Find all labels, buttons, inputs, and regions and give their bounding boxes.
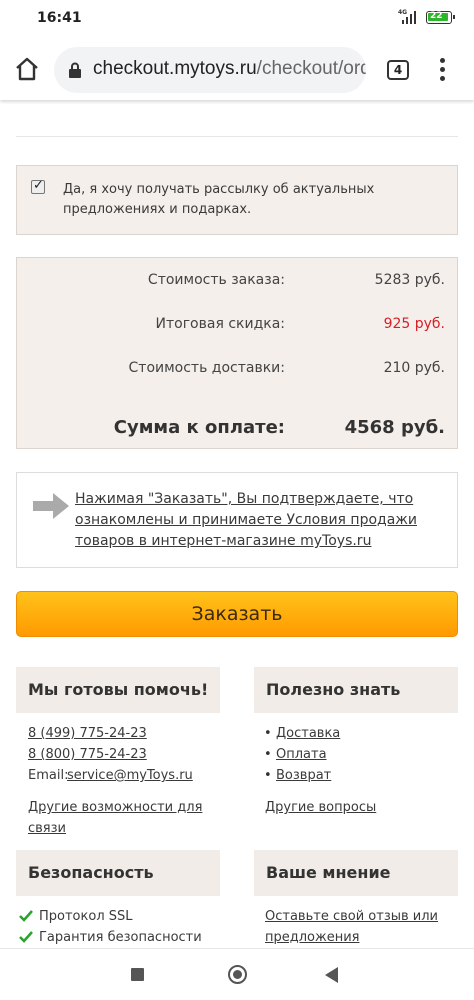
bullet: • [264, 726, 272, 741]
newsletter-text: Да, я хочу получать рассылку об актуальн… [63, 182, 375, 217]
home-nav-icon[interactable] [228, 965, 247, 984]
check-icon [19, 910, 33, 922]
return-link[interactable]: Возврат [276, 768, 331, 783]
divider [16, 136, 458, 137]
battery-icon: 22 [426, 11, 455, 24]
other-contacts-link-line2[interactable]: связи [28, 821, 66, 836]
home-icon[interactable] [14, 56, 40, 82]
status-bar: 16:41 4G 22 [0, 0, 474, 38]
help-title: Мы готовы помочь! [16, 667, 220, 713]
url-text: checkout.mytoys.ru/checkout/ord [93, 58, 366, 79]
delivery-link[interactable]: Доставка [276, 726, 340, 741]
battery-level: 22 [430, 11, 443, 21]
security-title: Безопасность [16, 850, 220, 896]
more-menu-icon[interactable] [432, 58, 452, 84]
terms-notice: Нажимая "Заказать", Вы подтверждаете, чт… [16, 472, 458, 568]
arrow-right-icon [33, 493, 69, 519]
terms-link[interactable]: Нажимая "Заказать", Вы подтверждаете, чт… [75, 489, 435, 552]
payment-link[interactable]: Оплата [276, 747, 327, 762]
opinion-title: Ваше мнение [254, 850, 458, 896]
check-icon [19, 931, 33, 943]
browser-toolbar: checkout.mytoys.ru/checkout/ord 4 [0, 38, 474, 100]
back-icon[interactable] [325, 967, 338, 983]
total-value: 4568 руб. [344, 417, 445, 438]
delivery-label: Стоимость доставки: [128, 360, 285, 376]
delivery-value: 210 руб. [383, 360, 445, 376]
order-summary: Стоимость заказа: 5283 руб. Итоговая ски… [16, 257, 458, 449]
feedback-link[interactable]: Оставьте свой отзыв или [265, 909, 438, 924]
recents-icon[interactable] [131, 968, 144, 981]
other-contacts-link[interactable]: Другие возможности для [28, 800, 202, 815]
system-nav-bar [0, 948, 474, 1000]
ssl-label: Протокол SSL [39, 909, 133, 924]
discount-value: 925 руб. [383, 316, 445, 332]
feedback-link-line2[interactable]: предложения [265, 930, 359, 945]
security-guarantee-label: Гарантия безопасности [39, 930, 202, 945]
checkmark-icon: ✓ [33, 178, 44, 193]
discount-label: Итоговая скидка: [155, 316, 286, 332]
address-bar[interactable]: checkout.mytoys.ru/checkout/ord [54, 47, 366, 93]
order-cost-value: 5283 руб. [374, 272, 445, 288]
order-button[interactable]: Заказать [16, 591, 458, 637]
order-cost-label: Стоимость заказа: [147, 272, 285, 288]
useful-title: Полезно знать [254, 667, 458, 713]
email-label: Email: [28, 768, 69, 783]
tab-switcher-button[interactable]: 4 [387, 60, 409, 80]
phone-link-1[interactable]: 8 (499) 775-24-23 [28, 726, 147, 741]
other-questions-link[interactable]: Другие вопросы [265, 800, 376, 815]
newsletter-box: ✓ Да, я хочу получать рассылку об актуал… [16, 165, 458, 235]
clock: 16:41 [37, 10, 82, 26]
phone-link-2[interactable]: 8 (800) 775-24-23 [28, 747, 147, 762]
signal-icon [402, 11, 416, 24]
email-link[interactable]: service@myToys.ru [67, 768, 193, 783]
lock-icon [69, 62, 81, 78]
total-label: Сумма к оплате: [113, 417, 285, 438]
bullet: • [264, 747, 272, 762]
newsletter-checkbox[interactable]: ✓ [31, 178, 45, 194]
bullet: • [264, 768, 272, 783]
